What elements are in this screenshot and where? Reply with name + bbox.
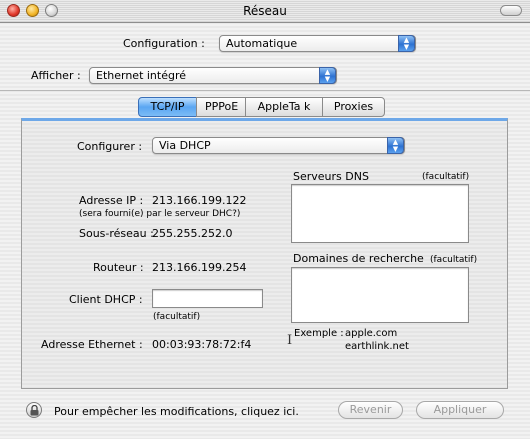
example-domain-1: apple.com xyxy=(345,328,398,339)
configuration-popup[interactable]: Automatique ▲ ▼ xyxy=(219,35,416,52)
ethernet-address-label: Adresse Ethernet : xyxy=(41,338,143,351)
toolbar-toggle-button[interactable] xyxy=(500,5,522,16)
lock-icon[interactable] xyxy=(26,402,42,418)
example-label: Exemple : xyxy=(294,328,344,339)
popup-arrows-icon: ▲ ▼ xyxy=(387,137,404,154)
router-value: 213.166.199.254 xyxy=(152,261,247,274)
popup-arrows-icon: ▲ ▼ xyxy=(398,35,415,52)
tab-tcpip[interactable]: TCP/IP xyxy=(138,97,197,117)
configurer-value: Via DHCP xyxy=(159,139,211,152)
popup-arrows-icon: ▲ ▼ xyxy=(319,67,336,84)
separator xyxy=(0,90,530,91)
search-domains-optional: (facultatif) xyxy=(430,255,478,265)
dhcp-client-label: Client DHCP : xyxy=(69,293,143,306)
afficher-popup[interactable]: Ethernet intégré ▲ ▼ xyxy=(89,67,337,84)
subnet-label: Sous-réseau : xyxy=(79,227,154,240)
afficher-value: Ethernet intégré xyxy=(96,69,187,82)
search-domains-field[interactable] xyxy=(291,267,469,323)
apply-button[interactable]: Appliquer xyxy=(416,401,504,419)
configurer-label: Configurer : xyxy=(77,140,143,153)
configurer-popup[interactable]: Via DHCP ▲ ▼ xyxy=(152,137,405,154)
title-bar: Réseau xyxy=(0,0,530,23)
search-domains-label: Domaines de recherche xyxy=(293,252,424,265)
tab-appletalk[interactable]: AppleTa k xyxy=(245,97,323,117)
dhcp-client-optional: (facultatif) xyxy=(153,312,201,322)
lock-message[interactable]: Pour empêcher les modifications, cliquez… xyxy=(54,405,299,418)
example-domain-2: earthlink.net xyxy=(345,341,409,352)
dns-servers-field[interactable] xyxy=(291,184,469,243)
ip-address-value: 213.166.199.122 xyxy=(152,194,247,207)
router-label: Routeur : xyxy=(93,261,144,274)
tab-pppoe[interactable]: PPPoE xyxy=(196,97,246,117)
ip-address-label: Adresse IP : xyxy=(79,194,144,207)
dns-servers-label: Serveurs DNS xyxy=(293,170,369,183)
tab-bar: TCP/IP PPPoE AppleTa k Proxies xyxy=(138,97,385,117)
tab-proxies[interactable]: Proxies xyxy=(322,97,385,117)
dhcp-client-field[interactable] xyxy=(152,289,263,308)
window-title: Réseau xyxy=(243,4,287,18)
text-cursor-icon: I xyxy=(287,333,293,348)
revert-button[interactable]: Revenir xyxy=(338,401,403,419)
configuration-label: Configuration : xyxy=(123,37,205,50)
subnet-value: 255.255.252.0 xyxy=(152,227,233,240)
configuration-value: Automatique xyxy=(226,37,298,50)
ethernet-address-value: 00:03:93:78:72:f4 xyxy=(152,338,252,351)
dns-servers-optional: (facultatif) xyxy=(422,172,470,182)
afficher-label: Afficher : xyxy=(31,69,81,82)
ip-address-note: (sera fourni(e) par le serveur DHC?) xyxy=(79,209,241,219)
